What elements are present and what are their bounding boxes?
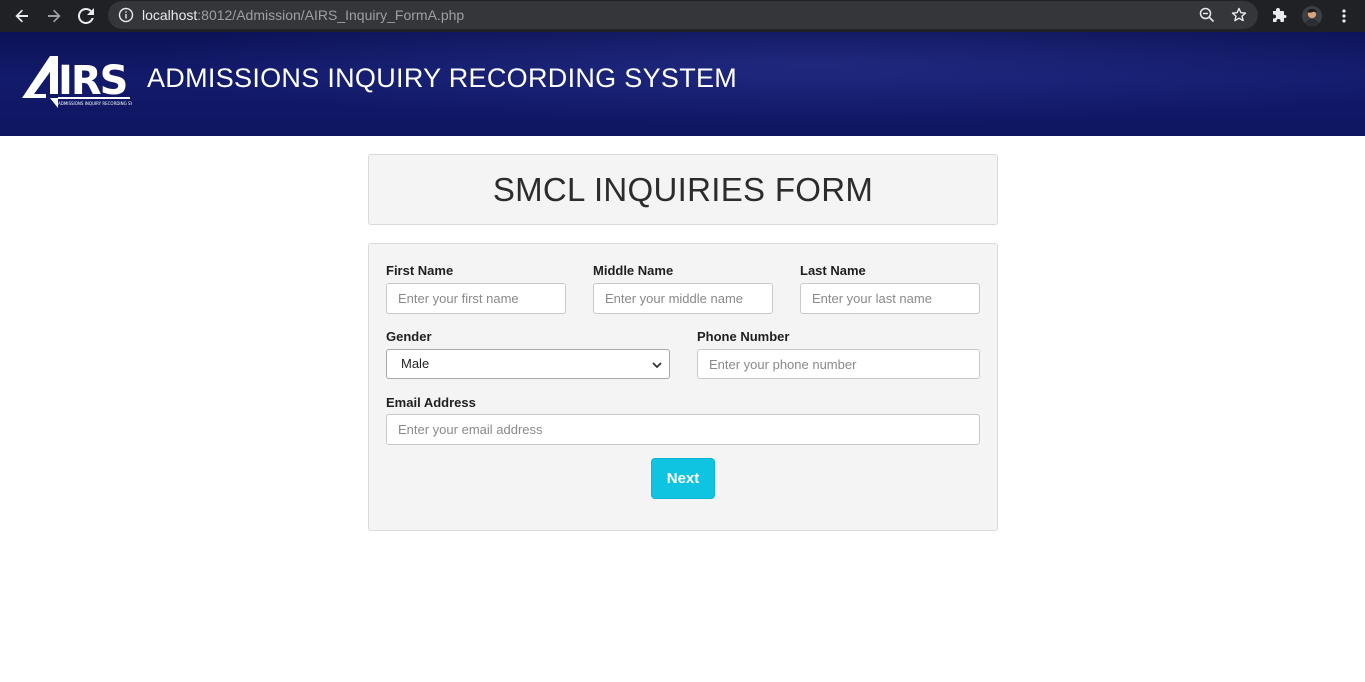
browser-toolbar: localhost:8012/Admission/AIRS_Inquiry_Fo… (0, 0, 1365, 32)
url-host: localhost (142, 7, 198, 23)
url-text[interactable]: localhost:8012/Admission/AIRS_Inquiry_Fo… (142, 7, 464, 23)
middle-name-label: Middle Name (593, 263, 674, 278)
last-name-label: Last Name (800, 263, 866, 278)
extensions-button[interactable] (1268, 4, 1292, 28)
phone-number-label: Phone Number (697, 329, 790, 344)
back-arrow-icon (15, 9, 28, 23)
bookmark-star-icon[interactable] (1231, 7, 1247, 23)
next-button[interactable]: Next (651, 458, 715, 499)
form-title-panel: SMCL INQUIRIES FORM (368, 154, 998, 225)
inquiry-form: First Name Middle Name Last Name Gender … (368, 243, 998, 531)
first-name-input[interactable] (386, 283, 566, 314)
puzzle-piece-icon (1273, 8, 1287, 22)
url-path: :8012/Admission/AIRS_Inquiry_FormA.php (197, 7, 465, 23)
svg-text:ADMISSIONS INQUIRY RECORDING S: ADMISSIONS INQUIRY RECORDING SYSTEM (58, 101, 132, 106)
first-name-label: First Name (386, 263, 454, 278)
reload-icon (78, 8, 94, 24)
gender-label: Gender (386, 329, 432, 344)
middle-name-input[interactable] (593, 283, 773, 314)
kebab-menu-icon (1342, 9, 1346, 23)
email-address-input[interactable] (386, 414, 980, 445)
avatar-icon (1302, 6, 1322, 26)
airs-logo[interactable]: IRS ADMISSIONS INQUIRY RECORDING SYSTEM (20, 52, 132, 108)
forward-arrow-icon (48, 9, 61, 23)
info-icon[interactable] (118, 7, 134, 23)
reload-button[interactable] (74, 4, 98, 28)
app-header: IRS ADMISSIONS INQUIRY RECORDING SYSTEM … (0, 32, 1365, 136)
form-title: SMCL INQUIRIES FORM (492, 171, 874, 208)
zoom-icon[interactable] (1199, 7, 1215, 23)
gender-select[interactable]: Male (386, 349, 670, 379)
forward-button[interactable] (42, 4, 66, 28)
back-button[interactable] (10, 4, 34, 28)
phone-number-input[interactable] (697, 349, 980, 379)
profile-avatar-button[interactable] (1300, 4, 1324, 28)
browser-menu-button[interactable] (1332, 4, 1356, 28)
last-name-input[interactable] (800, 283, 980, 314)
email-address-label: Email Address (386, 395, 476, 410)
app-title: ADMISSIONS INQUIRY RECORDING SYSTEM (147, 63, 738, 93)
chevron-down-icon (652, 362, 662, 369)
gender-selected-value: Male (401, 356, 430, 371)
address-bar[interactable]: localhost:8012/Admission/AIRS_Inquiry_Fo… (108, 1, 1258, 29)
